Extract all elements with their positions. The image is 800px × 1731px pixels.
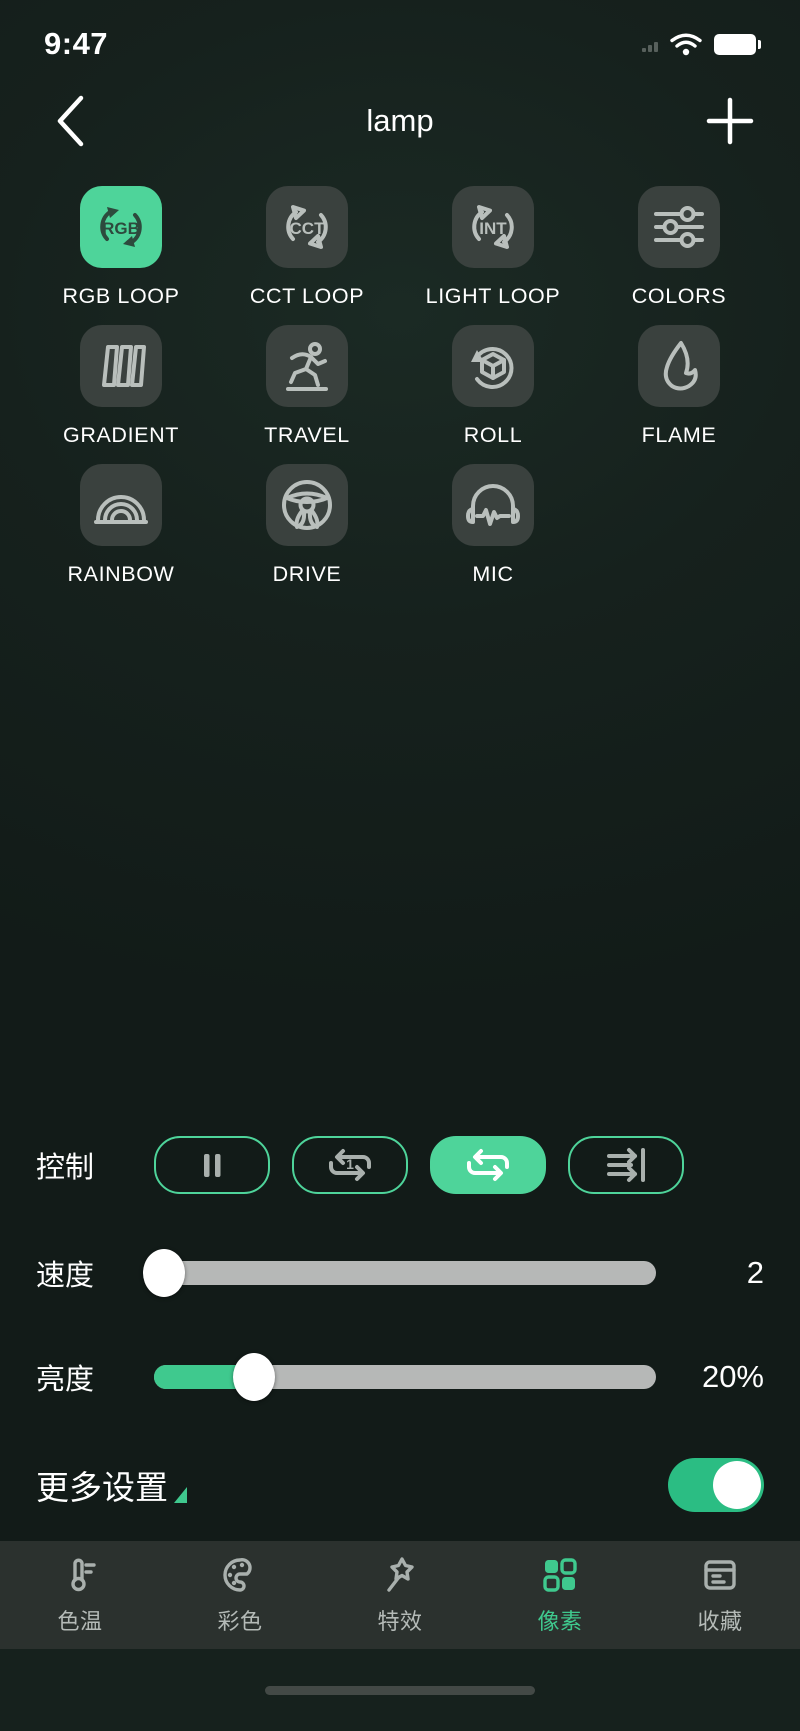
effect-label: RGB LOOP xyxy=(62,284,180,308)
effect-tile-gradient[interactable]: GRADIENT xyxy=(28,313,214,448)
battery-full-icon xyxy=(714,33,761,55)
tab-label: 色温 xyxy=(57,1608,103,1634)
rotating-cube-icon xyxy=(452,324,534,407)
effect-tile-travel[interactable]: TRAVEL xyxy=(214,313,400,448)
tab-label: 特效 xyxy=(377,1608,423,1634)
page-title: lamp xyxy=(366,103,434,138)
pause-icon xyxy=(204,1154,221,1177)
app-screen: 9:47 lamp RGB RGB LOOP CCT CCT LOOP INT … xyxy=(0,0,800,1731)
speed-track xyxy=(154,1261,656,1285)
effect-label: COLORS xyxy=(631,284,727,308)
effect-tile-flame[interactable]: FLAME xyxy=(586,313,772,448)
plus-icon xyxy=(706,97,754,145)
brightness-value: 20% xyxy=(701,1359,764,1394)
effect-grid: RGB RGB LOOP CCT CCT LOOP INT LIGHT LOOP… xyxy=(0,164,800,587)
sliders-icon xyxy=(638,186,720,268)
effect-tile-drive[interactable]: DRIVE xyxy=(214,452,400,587)
status-bar: 9:47 xyxy=(0,0,800,78)
speed-knob[interactable] xyxy=(143,1249,186,1297)
cct-loop-icon: CCT xyxy=(266,186,348,268)
chevron-left-icon xyxy=(57,95,84,147)
tab-label: 像素 xyxy=(537,1608,583,1634)
effect-label: TRAVEL xyxy=(264,422,350,447)
brightness-label: 亮度 xyxy=(36,1364,95,1396)
rgb-loop-icon: RGB xyxy=(80,186,162,268)
toggle-thumb xyxy=(713,1461,761,1509)
speed-value: 2 xyxy=(746,1255,764,1290)
flame-icon xyxy=(638,324,720,407)
status-indicators xyxy=(642,31,761,57)
effect-label: CCT LOOP xyxy=(249,284,365,308)
svg-text:INT: INT xyxy=(479,219,507,238)
effect-tile-mic[interactable]: MIC xyxy=(400,452,586,587)
wifi-icon xyxy=(670,33,702,56)
effect-tile-cct-loop[interactable]: CCT CCT LOOP xyxy=(214,174,400,309)
svg-text:RGB: RGB xyxy=(102,219,140,238)
effect-tile-rgb-loop[interactable]: RGB RGB LOOP xyxy=(28,174,214,309)
add-button[interactable] xyxy=(702,93,758,149)
home-indicator-area xyxy=(0,1649,800,1731)
tab-color-temperature[interactable]: 色温 xyxy=(0,1541,160,1649)
signal-icon xyxy=(642,36,658,52)
brightness-track xyxy=(154,1365,656,1389)
rainbow-arcs-icon xyxy=(80,463,162,546)
bottom-tab-bar: 色温 彩色 特效 像素 收藏 xyxy=(0,1541,800,1649)
control-buttons: 1 xyxy=(154,1136,684,1194)
repeat-one-button[interactable]: 1 xyxy=(292,1136,408,1194)
control-row: 控制 1 xyxy=(0,1109,800,1221)
brightness-knob[interactable] xyxy=(233,1353,276,1401)
archive-box-icon xyxy=(704,1559,736,1590)
svg-text:CCT: CCT xyxy=(290,219,326,238)
play-to-end-button[interactable] xyxy=(568,1136,684,1194)
more-settings-toggle[interactable] xyxy=(668,1458,764,1512)
magic-wand-icon xyxy=(387,1556,414,1592)
tab-label: 彩色 xyxy=(217,1608,263,1634)
status-time: 9:47 xyxy=(44,26,109,61)
effect-label: GRADIENT xyxy=(63,422,179,447)
speed-slider[interactable] xyxy=(143,1249,656,1297)
palette-icon xyxy=(223,1557,252,1592)
tab-pixel[interactable]: 像素 xyxy=(480,1541,640,1649)
repeat-all-button[interactable] xyxy=(430,1136,546,1194)
tab-favorites[interactable]: 收藏 xyxy=(640,1541,800,1649)
headphone-waveform-icon xyxy=(452,463,534,546)
running-person-icon xyxy=(266,324,348,407)
play-to-end-icon xyxy=(607,1148,645,1182)
more-settings-row[interactable]: 更多设置 xyxy=(0,1429,800,1541)
more-settings-label-group: 更多设置 xyxy=(36,1461,187,1509)
effect-label: LIGHT LOOP xyxy=(425,284,561,308)
effect-tile-colors[interactable]: COLORS xyxy=(586,174,772,309)
steering-wheel-icon xyxy=(266,463,348,546)
tab-label: 收藏 xyxy=(697,1608,743,1634)
thermometer-icon xyxy=(71,1558,96,1591)
effect-label: DRIVE xyxy=(272,561,342,586)
tab-colors[interactable]: 彩色 xyxy=(160,1541,320,1649)
effect-label: ROLL xyxy=(463,422,523,447)
home-indicator[interactable] xyxy=(265,1685,535,1695)
effect-tile-roll[interactable]: ROLL xyxy=(400,313,586,448)
tab-effects[interactable]: 特效 xyxy=(320,1541,480,1649)
effect-tile-light-loop[interactable]: INT LIGHT LOOP xyxy=(400,174,586,309)
triangle-expand-icon[interactable] xyxy=(174,1487,187,1503)
gradient-bars-icon xyxy=(80,324,162,407)
back-button[interactable] xyxy=(42,93,98,149)
speed-row: 速度 2 xyxy=(0,1221,800,1325)
effect-label: MIC xyxy=(472,561,514,586)
brightness-row: 亮度 20% xyxy=(0,1325,800,1429)
svg-text:1: 1 xyxy=(346,1156,354,1172)
effect-label: FLAME xyxy=(641,422,717,447)
pause-button[interactable] xyxy=(154,1136,270,1194)
brightness-slider[interactable] xyxy=(154,1353,656,1401)
repeat-one-icon: 1 xyxy=(329,1149,371,1181)
speed-label: 速度 xyxy=(36,1260,95,1292)
repeat-all-icon xyxy=(467,1149,509,1181)
int-loop-icon: INT xyxy=(452,186,534,268)
more-settings-label: 更多设置 xyxy=(36,1469,168,1506)
pixel-grid-icon xyxy=(543,1557,577,1592)
effect-tile-rainbow[interactable]: RAINBOW xyxy=(28,452,214,587)
control-label: 控制 xyxy=(36,1152,95,1184)
effect-label: RAINBOW xyxy=(67,561,175,586)
navigation-bar: lamp xyxy=(0,78,800,164)
